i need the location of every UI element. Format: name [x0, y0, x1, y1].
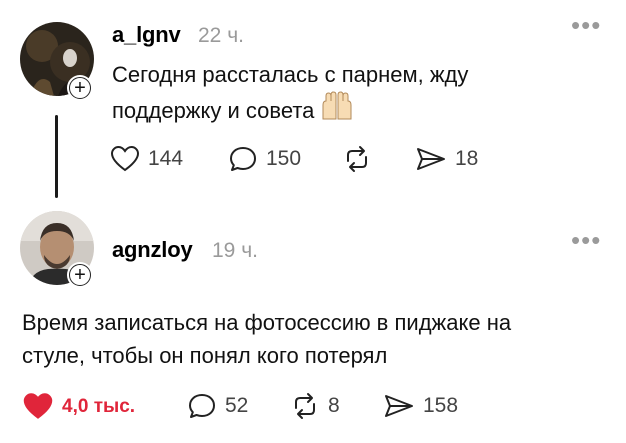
follow-button[interactable]: +	[67, 75, 93, 101]
comment-button[interactable]: 150	[228, 145, 301, 173]
post-time: 22 ч.	[198, 24, 244, 47]
comment-icon	[189, 394, 215, 418]
post-text: Сегодня рассталась с парнем, жду поддерж…	[112, 58, 572, 130]
thread-feed: + a_lgnv 22 ч. ••• Сегодня рассталась с …	[0, 0, 626, 443]
like-count: 144	[148, 147, 184, 170]
repost-icon	[347, 146, 367, 172]
like-button[interactable]: 144	[110, 145, 183, 173]
username[interactable]: agnzloy	[112, 237, 193, 263]
heart-icon	[23, 393, 53, 419]
post-time: 19 ч.	[212, 239, 258, 262]
post-text-line: Сегодня рассталась с парнем, жду	[112, 62, 469, 87]
repost-button[interactable]: 8	[290, 392, 340, 420]
repost-icon	[295, 393, 315, 419]
post-text-line: поддержку и совета	[112, 98, 315, 123]
repost-count: 8	[328, 394, 340, 417]
share-icon	[385, 395, 413, 417]
post-text-line-2: поддержку и совета	[112, 88, 572, 130]
raising-hands-emoji	[320, 88, 354, 130]
like-button[interactable]: 4,0 тыс.	[22, 392, 135, 421]
comment-button[interactable]: 52	[187, 392, 248, 420]
username[interactable]: a_lgnv	[112, 22, 181, 48]
plus-icon: +	[69, 77, 91, 99]
share-count: 18	[455, 147, 479, 170]
share-button[interactable]: 18	[415, 145, 478, 173]
follow-button[interactable]: +	[67, 262, 93, 288]
plus-icon: +	[69, 264, 91, 286]
post-text-line: стуле, чтобы он понял кого потерял	[22, 343, 388, 368]
share-count: 158	[423, 394, 459, 417]
more-icon[interactable]: •••	[571, 12, 601, 38]
like-count: 4,0 тыс.	[62, 395, 136, 417]
comment-count: 150	[266, 147, 302, 170]
repost-button[interactable]	[342, 145, 380, 173]
more-icon[interactable]: •••	[571, 227, 601, 253]
share-button[interactable]: 158	[383, 392, 458, 420]
comment-count: 52	[225, 394, 249, 417]
comment-icon	[230, 147, 256, 171]
share-icon	[417, 148, 445, 170]
thread-line	[55, 115, 58, 198]
post-text: Время записаться на фотосессию в пиджаке…	[22, 306, 612, 372]
heart-icon	[110, 145, 140, 172]
post-text-line: Время записаться на фотосессию в пиджаке…	[22, 310, 512, 335]
